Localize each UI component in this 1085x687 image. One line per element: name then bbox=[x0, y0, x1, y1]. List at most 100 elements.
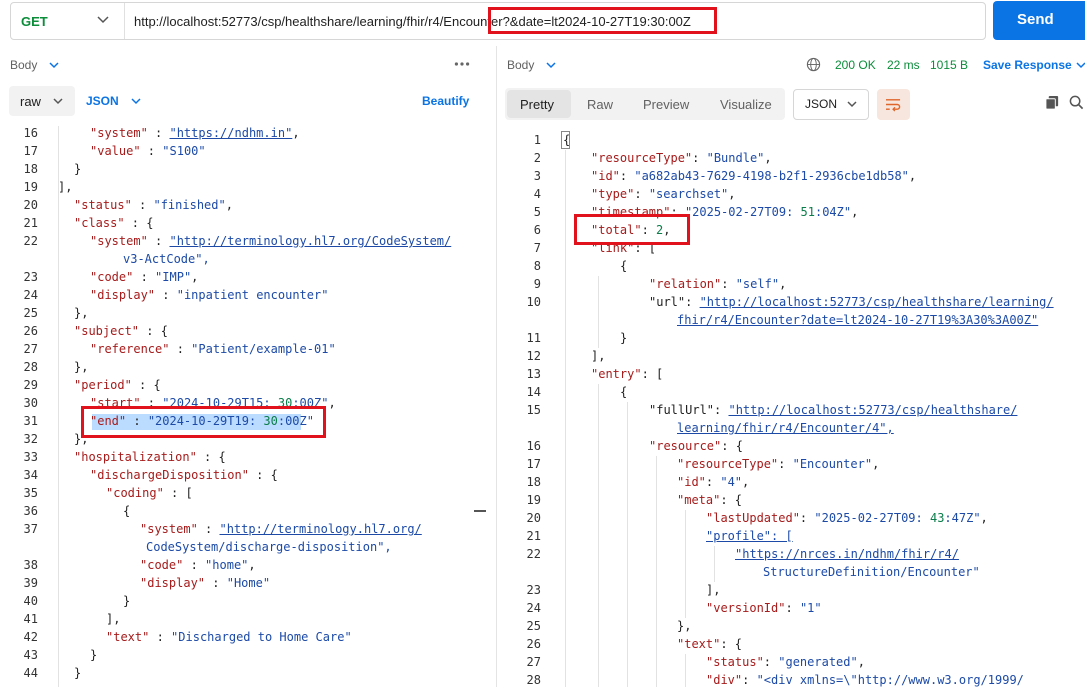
line-number: 19 bbox=[23, 180, 38, 194]
code-line: }, bbox=[74, 360, 89, 374]
line-number: 7 bbox=[533, 241, 541, 255]
code-line: "status": "generated", bbox=[706, 655, 865, 669]
body-mode-value: raw bbox=[20, 94, 41, 109]
code-line: }, bbox=[677, 619, 692, 633]
search-icon[interactable] bbox=[1069, 95, 1084, 110]
tab-pretty[interactable]: Pretty bbox=[520, 97, 554, 112]
line-number: 40 bbox=[23, 594, 38, 608]
code-line: "resourceType": "Encounter", bbox=[677, 457, 880, 471]
code-line: "display" : "inpatient encounter" bbox=[90, 288, 329, 302]
response-time[interactable]: 22 ms bbox=[887, 58, 920, 72]
url-query-highlight bbox=[488, 7, 717, 34]
chevron-down-icon[interactable] bbox=[1075, 59, 1085, 71]
end-field-highlight bbox=[81, 406, 326, 438]
indent-guide bbox=[714, 546, 715, 582]
code-line: learning/fhir/r4/Encounter/4", bbox=[677, 421, 894, 435]
code-line: } bbox=[620, 331, 628, 345]
body-mode-select[interactable] bbox=[9, 86, 75, 116]
line-number: 14 bbox=[526, 385, 541, 399]
code-line: "hospitalization" : { bbox=[74, 450, 226, 464]
line-number: 28 bbox=[526, 673, 541, 687]
code-line: v3-ActCode", bbox=[123, 252, 210, 266]
code-line: } bbox=[74, 666, 82, 680]
resize-handle[interactable] bbox=[474, 510, 486, 512]
code-line: "versionId": "1" bbox=[706, 601, 822, 615]
send-button[interactable]: Send bbox=[993, 1, 1085, 40]
line-number: 29 bbox=[23, 378, 38, 392]
line-number: 15 bbox=[526, 403, 541, 417]
code-line: "resource": { bbox=[649, 439, 743, 453]
line-number: 16 bbox=[526, 439, 541, 453]
response-size[interactable]: 1015 B bbox=[930, 58, 968, 72]
line-number: 35 bbox=[23, 486, 38, 500]
line-number: 13 bbox=[526, 367, 541, 381]
divider bbox=[124, 3, 125, 39]
code-line: "system" : "https://ndhm.in", bbox=[90, 126, 300, 140]
request-body-tab[interactable]: Body bbox=[10, 58, 37, 72]
status-code[interactable]: 200 OK bbox=[835, 58, 876, 72]
line-number: 5 bbox=[533, 205, 541, 219]
code-line: "text": { bbox=[677, 637, 743, 651]
line-number: 34 bbox=[23, 468, 38, 482]
code-line: "system" : "http://terminology.hl7.org/C… bbox=[90, 234, 452, 248]
code-line: "fullUrl": "http://localhost:52773/csp/h… bbox=[649, 403, 1018, 417]
line-number: 17 bbox=[23, 144, 38, 158]
tab-visualize[interactable]: Visualize bbox=[720, 97, 772, 112]
total-field-highlight bbox=[574, 214, 690, 245]
beautify-button[interactable]: Beautify bbox=[422, 94, 469, 108]
line-number: 32 bbox=[23, 432, 38, 446]
code-line: "code" : "IMP", bbox=[90, 270, 199, 284]
line-number: 4 bbox=[533, 187, 541, 201]
line-number: 23 bbox=[23, 270, 38, 284]
line-number: 38 bbox=[23, 558, 38, 572]
line-number: 26 bbox=[526, 637, 541, 651]
chevron-down-icon[interactable] bbox=[130, 95, 142, 107]
line-number: 27 bbox=[23, 342, 38, 356]
line-number: 21 bbox=[23, 216, 38, 230]
line-number: 43 bbox=[23, 648, 38, 662]
line-number: 41 bbox=[23, 612, 38, 626]
line-number: 22 bbox=[526, 547, 541, 561]
chevron-down-icon[interactable] bbox=[95, 11, 111, 27]
response-body-tab[interactable]: Body bbox=[507, 58, 534, 72]
save-response-button[interactable]: Save Response bbox=[983, 58, 1072, 72]
line-number: 18 bbox=[23, 162, 38, 176]
copy-icon[interactable] bbox=[1045, 95, 1060, 110]
code-line: "meta": { bbox=[677, 493, 743, 507]
line-number: 27 bbox=[526, 655, 541, 669]
method-select[interactable]: GET bbox=[21, 14, 48, 29]
line-number: 9 bbox=[533, 277, 541, 291]
more-options-icon[interactable] bbox=[454, 61, 470, 67]
indent-guide bbox=[627, 402, 628, 687]
wrap-lines-button[interactable] bbox=[877, 89, 910, 120]
chevron-down-icon bbox=[53, 98, 63, 105]
line-number: 16 bbox=[23, 126, 38, 140]
wrap-lines-icon bbox=[886, 99, 901, 112]
code-line: "url": "http://localhost:52773/csp/healt… bbox=[649, 295, 1054, 309]
line-number: 20 bbox=[23, 198, 38, 212]
chevron-down-icon[interactable] bbox=[48, 59, 60, 71]
chevron-down-icon bbox=[847, 101, 857, 108]
indent-guide bbox=[656, 456, 657, 687]
code-line: }, bbox=[74, 306, 89, 320]
line-number: 2 bbox=[533, 151, 541, 165]
body-format-select[interactable]: JSON bbox=[86, 94, 119, 108]
tab-raw[interactable]: Raw bbox=[587, 97, 613, 112]
code-line: "id": "4", bbox=[677, 475, 750, 489]
code-line: ], bbox=[706, 583, 721, 597]
globe-icon[interactable] bbox=[806, 57, 821, 72]
line-number: 24 bbox=[23, 288, 38, 302]
panel-divider[interactable] bbox=[496, 46, 497, 687]
line-number: 6 bbox=[533, 223, 541, 237]
code-line: "entry": [ bbox=[591, 367, 664, 381]
code-line: "relation": "self", bbox=[649, 277, 787, 291]
code-line: fhir/r4/Encounter?date=lt2024-10-27T19%3… bbox=[677, 313, 1039, 327]
chevron-down-icon[interactable] bbox=[545, 59, 557, 71]
code-line: "id": "a682ab43-7629-4198-b2f1-2936cbe1d… bbox=[591, 169, 917, 183]
line-number: 3 bbox=[533, 169, 541, 183]
line-number: 37 bbox=[23, 522, 38, 536]
tab-preview[interactable]: Preview bbox=[643, 97, 689, 112]
line-number: 1 bbox=[533, 133, 541, 147]
line-number: 20 bbox=[526, 511, 541, 525]
code-line: ], bbox=[591, 349, 606, 363]
